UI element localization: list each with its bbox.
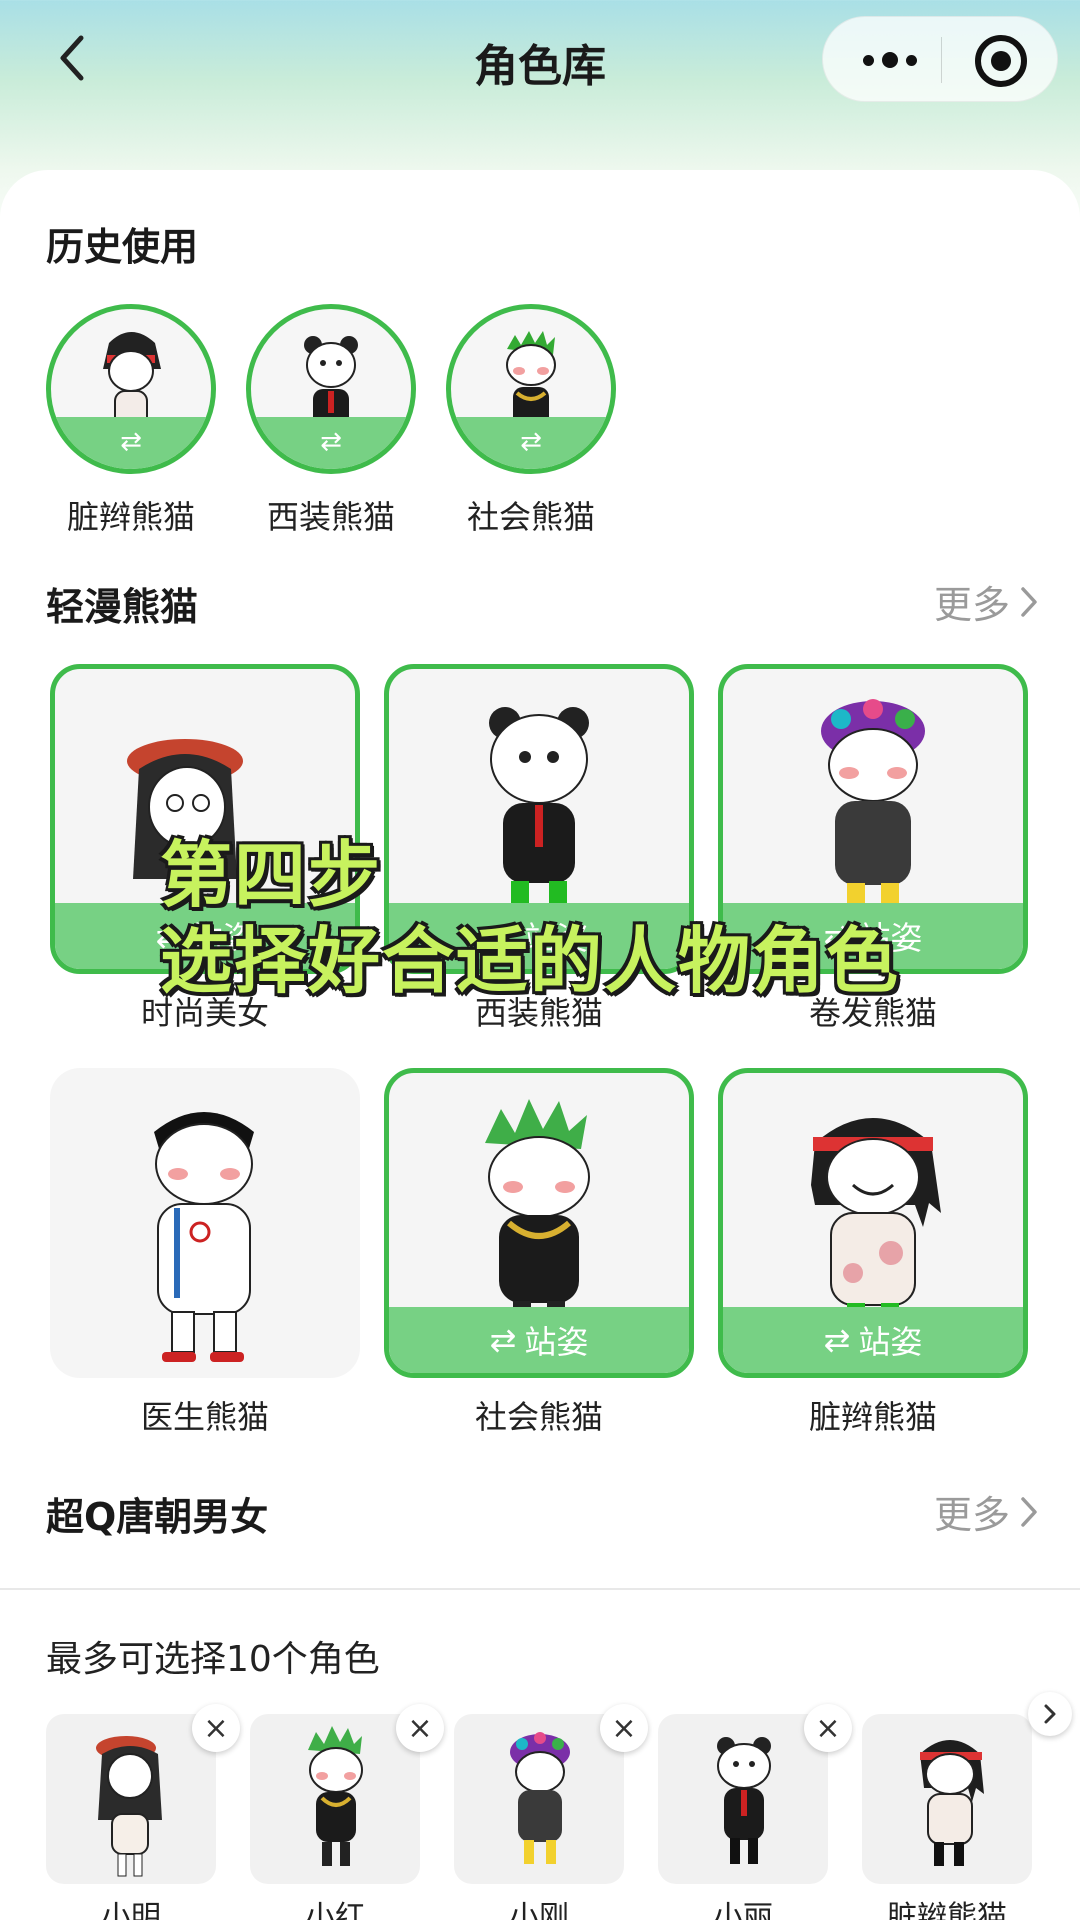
stance-label: 站姿 — [858, 1323, 923, 1361]
history-section-title: 历史使用 — [46, 225, 199, 269]
character-card[interactable]: ⇄ 站姿 — [718, 1068, 1028, 1378]
dot-icon — [906, 54, 917, 66]
history-item[interactable]: ⇄ 脏辫熊猫 — [46, 304, 216, 538]
caption-step: 第四步 — [160, 833, 383, 917]
selected-avatar — [862, 1714, 1032, 1884]
dot-icon — [882, 52, 898, 68]
swap-icon: ⇄ — [320, 427, 342, 457]
history-avatar: ⇄ — [46, 304, 216, 474]
doctor-panda-figure — [154, 1112, 254, 1362]
history-item-label: 脏辫熊猫 — [66, 498, 195, 536]
curly-hair-panda-figure — [510, 1732, 570, 1864]
selected-character[interactable]: 脏辫熊猫 — [862, 1714, 1032, 1920]
selected-avatar — [454, 1714, 624, 1884]
selected-avatar — [658, 1714, 828, 1884]
section-title-light-manga-panda: 轻漫熊猫 — [46, 585, 199, 629]
more-label: 更多 — [933, 1493, 1010, 1537]
stance-label: 站姿 — [524, 1323, 589, 1361]
selected-character[interactable]: × 小红 — [250, 1704, 444, 1920]
mini-program-capsule — [822, 16, 1058, 102]
swap-icon: ⇄ — [120, 427, 142, 457]
remove-character-button[interactable]: × — [804, 1704, 852, 1752]
section-title-tang-dynasty: 超Q唐朝男女 — [46, 1495, 269, 1539]
selected-character[interactable]: × 小刚 — [454, 1704, 648, 1920]
swap-icon: ⇄ — [520, 427, 542, 457]
chevron-right-icon — [1021, 586, 1037, 617]
character-card[interactable] — [50, 1068, 360, 1378]
selected-character-name: 小明 — [101, 1900, 161, 1920]
character-label: 医生熊猫 — [140, 1398, 269, 1436]
close-program-button[interactable] — [975, 35, 1027, 87]
selected-character-name: 小红 — [305, 1900, 365, 1920]
selection-limit-text: 最多可选择10个角色 — [46, 1639, 380, 1680]
character-label: 社会熊猫 — [474, 1398, 603, 1436]
remove-character-button[interactable]: × — [396, 1704, 444, 1752]
scroll-right-button[interactable] — [1028, 1692, 1072, 1736]
selected-character[interactable]: × 小丽 — [658, 1704, 852, 1920]
history-item[interactable]: ⇄ 西装熊猫 — [246, 304, 416, 538]
suit-panda-figure — [717, 1737, 771, 1864]
fashion-girl-figure — [96, 1736, 162, 1877]
more-label: 更多 — [933, 583, 1010, 627]
more-link-section1[interactable]: 更多 — [934, 574, 1038, 629]
swap-icon: ⇄ — [823, 1321, 851, 1359]
more-link-section2[interactable]: 更多 — [934, 1484, 1038, 1539]
chevron-right-icon — [1044, 1704, 1056, 1724]
history-item-label: 社会熊猫 — [466, 498, 595, 536]
selected-character-name: 脏辫熊猫 — [887, 1900, 1007, 1920]
dot-icon — [863, 54, 874, 66]
selected-character-name: 小丽 — [713, 1900, 773, 1920]
stance-band: ⇄ 站姿 — [723, 1307, 1023, 1373]
selected-character[interactable]: × 小明 — [46, 1704, 240, 1920]
selected-character-name: 小刚 — [509, 1900, 569, 1920]
social-panda-figure — [308, 1726, 363, 1866]
capsule-divider — [941, 37, 942, 83]
remove-character-button[interactable]: × — [600, 1704, 648, 1752]
nav-bar: 角色库 — [0, 0, 1080, 120]
history-item[interactable]: ⇄ 社会熊猫 — [446, 304, 616, 538]
caption-instruction: 选择好合适的人物角色 — [160, 919, 901, 1003]
more-options-button[interactable] — [845, 31, 935, 89]
selected-characters-panel: 最多可选择10个角色 × 小明 × 小红 × 小刚 × 小丽 脏辫熊猫 — [0, 1588, 1080, 1920]
stance-band: ⇄ 站姿 — [389, 1307, 689, 1373]
dreadlocks-panda-figure — [920, 1740, 984, 1866]
character-card[interactable]: ⇄ 站姿 — [384, 1068, 694, 1378]
history-avatar: ⇄ — [246, 304, 416, 474]
chevron-right-icon — [1021, 1496, 1037, 1527]
character-label: 脏辫熊猫 — [808, 1398, 937, 1436]
history-avatar: ⇄ — [446, 304, 616, 474]
selected-avatar — [46, 1714, 216, 1884]
swap-icon: ⇄ — [489, 1321, 517, 1359]
selected-avatar — [250, 1714, 420, 1884]
history-item-label: 西装熊猫 — [266, 498, 395, 536]
remove-character-button[interactable]: × — [192, 1704, 240, 1752]
